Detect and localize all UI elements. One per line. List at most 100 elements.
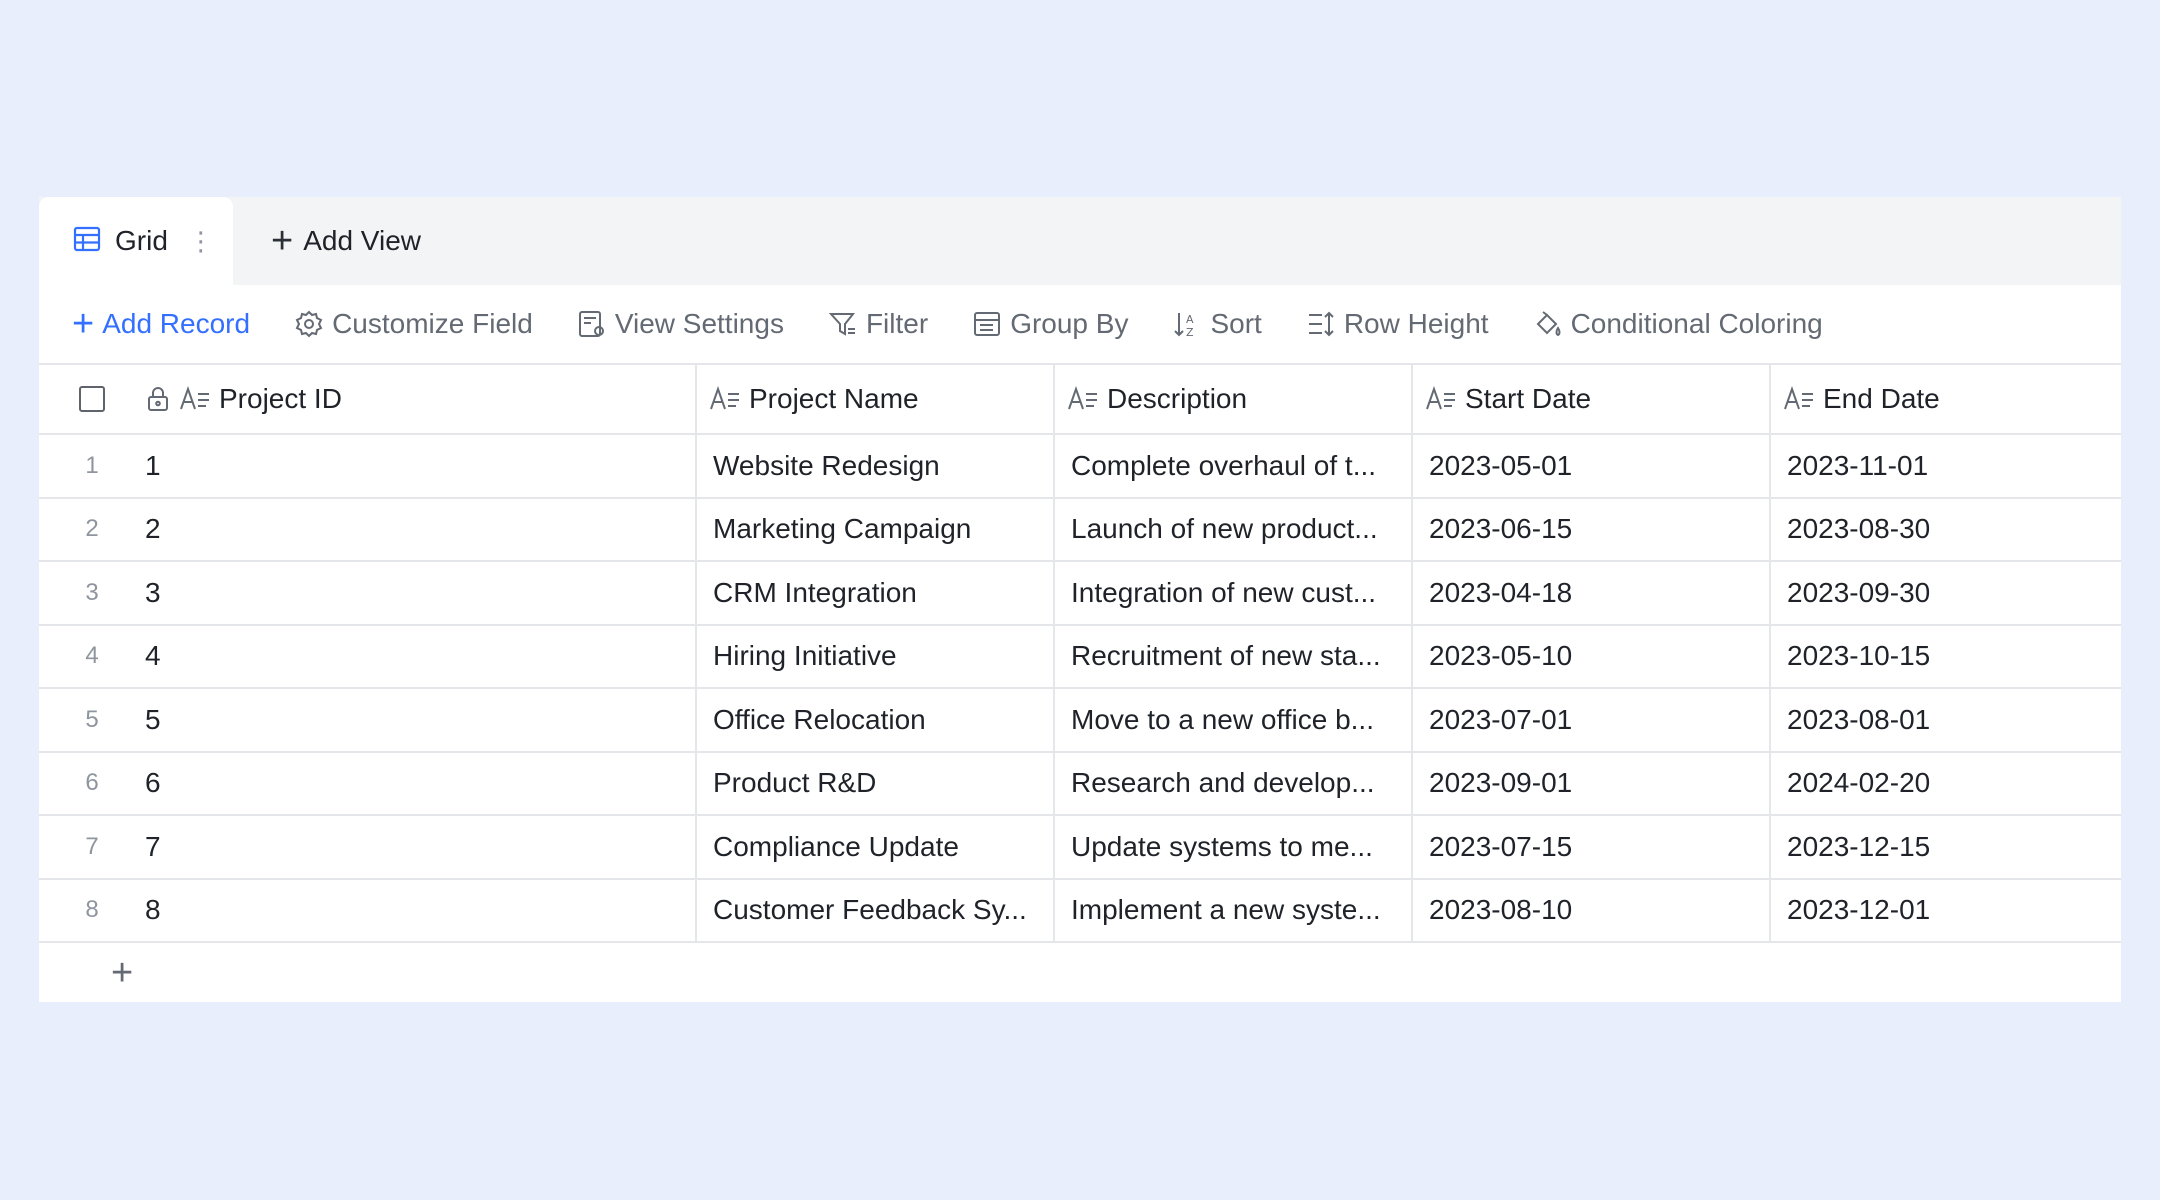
- more-options-icon[interactable]: ⋮: [188, 226, 214, 257]
- cell-description[interactable]: Recruitment of new sta...: [1053, 625, 1411, 687]
- text-field-icon: [1783, 386, 1815, 412]
- table-row[interactable]: 3 3 CRM Integration Integration of new c…: [39, 560, 2121, 624]
- cell-project-id[interactable]: 1: [145, 435, 695, 497]
- add-view-label: Add View: [303, 225, 421, 256]
- cell-description[interactable]: Research and develop...: [1053, 752, 1411, 814]
- cell-project-name[interactable]: Marketing Campaign: [695, 498, 1053, 560]
- cell-project-id[interactable]: 3: [145, 562, 695, 624]
- customize-field-button[interactable]: Customize Field: [294, 308, 533, 340]
- table-row[interactable]: 2 2 Marketing Campaign Launch of new pro…: [39, 496, 2121, 561]
- row-number: 1: [85, 451, 99, 479]
- select-all-checkbox[interactable]: [79, 386, 105, 412]
- cell-end-date[interactable]: 2023-09-30: [1769, 562, 2121, 624]
- tab-grid[interactable]: Grid ⋮: [39, 197, 233, 285]
- row-height-button[interactable]: Row Height: [1306, 308, 1489, 340]
- view-tab-bar: Grid ⋮ + Add View: [39, 197, 2121, 285]
- cell-start-date[interactable]: 2023-05-10: [1411, 625, 1769, 687]
- view-settings-button[interactable]: View Settings: [577, 308, 784, 340]
- column-header-end-date[interactable]: End Date: [1769, 365, 2121, 433]
- cell-project-name[interactable]: Product R&D: [695, 752, 1053, 814]
- column-header-start-date[interactable]: Start Date: [1411, 365, 1769, 433]
- row-number: 8: [85, 896, 99, 924]
- select-all-cell: [39, 365, 145, 433]
- sort-button[interactable]: A Z Sort: [1172, 308, 1262, 340]
- cell-project-name[interactable]: Compliance Update: [695, 816, 1053, 878]
- cell-project-id[interactable]: 8: [145, 880, 695, 942]
- column-header-project-name[interactable]: Project Name: [695, 365, 1053, 433]
- cell-project-name[interactable]: Hiring Initiative: [695, 625, 1053, 687]
- cell-end-date[interactable]: 2023-12-01: [1769, 879, 2121, 941]
- cell-project-name[interactable]: CRM Integration: [695, 562, 1053, 624]
- add-row-button[interactable]: +: [39, 941, 2121, 1002]
- svg-text:Z: Z: [1186, 326, 1194, 339]
- cell-project-id[interactable]: 6: [145, 753, 695, 815]
- row-number: 2: [85, 515, 99, 543]
- plus-icon: +: [72, 303, 95, 345]
- group-by-icon: [972, 309, 1002, 339]
- cell-start-date[interactable]: 2023-05-01: [1411, 435, 1769, 497]
- cell-end-date[interactable]: 2023-10-15: [1769, 625, 2121, 687]
- group-by-button[interactable]: Group By: [972, 308, 1128, 340]
- sort-label: Sort: [1210, 308, 1262, 339]
- cell-project-id[interactable]: 7: [145, 816, 695, 878]
- cell-end-date[interactable]: 2023-08-30: [1769, 498, 2121, 560]
- toolbar: + Add Record Customize Field View Settin…: [39, 285, 2121, 363]
- filter-button[interactable]: Filter: [828, 308, 928, 340]
- cell-start-date[interactable]: 2023-06-15: [1411, 498, 1769, 560]
- gear-icon: [294, 309, 324, 339]
- cell-description[interactable]: Complete overhaul of t...: [1053, 435, 1411, 497]
- customize-field-label: Customize Field: [332, 308, 533, 339]
- row-number: 3: [85, 578, 99, 606]
- cell-project-name[interactable]: Website Redesign: [695, 435, 1053, 497]
- column-header-label: Project Name: [749, 383, 919, 414]
- cell-start-date[interactable]: 2023-04-18: [1411, 562, 1769, 624]
- cell-project-name[interactable]: Office Relocation: [695, 689, 1053, 751]
- cell-project-id[interactable]: 2: [145, 499, 695, 561]
- text-field-icon: [709, 386, 741, 412]
- row-number: 5: [85, 705, 99, 733]
- column-header-label: Start Date: [1465, 383, 1592, 414]
- view-settings-label: View Settings: [614, 308, 784, 339]
- table-row[interactable]: 5 5 Office Relocation Move to a new offi…: [39, 687, 2121, 751]
- text-field-icon: [179, 386, 211, 412]
- cell-description[interactable]: Launch of new product...: [1053, 498, 1411, 560]
- add-view-button[interactable]: + Add View: [271, 197, 421, 285]
- column-header-description[interactable]: Description: [1053, 365, 1411, 433]
- conditional-coloring-label: Conditional Coloring: [1570, 308, 1823, 339]
- cell-project-id[interactable]: 4: [145, 626, 695, 688]
- table-row[interactable]: 7 7 Compliance Update Update systems to …: [39, 814, 2121, 878]
- cell-start-date[interactable]: 2023-08-10: [1411, 879, 1769, 941]
- cell-start-date[interactable]: 2023-07-01: [1411, 689, 1769, 751]
- cell-start-date[interactable]: 2023-07-15: [1411, 816, 1769, 878]
- add-record-label: Add Record: [102, 308, 251, 339]
- view-settings-icon: [577, 309, 607, 339]
- cell-end-date[interactable]: 2023-11-01: [1769, 435, 2121, 497]
- cell-description[interactable]: Move to a new office b...: [1053, 689, 1411, 751]
- conditional-coloring-button[interactable]: Conditional Coloring: [1533, 308, 1823, 340]
- table-view-panel: Grid ⋮ + Add View + Add Record Customize…: [39, 197, 2121, 1002]
- cell-end-date[interactable]: 2023-08-01: [1769, 689, 2121, 751]
- table-row[interactable]: 8 8 Customer Feedback Sy... Implement a …: [39, 877, 2121, 942]
- cell-description[interactable]: Implement a new syste...: [1053, 879, 1411, 941]
- cell-project-id[interactable]: 5: [145, 689, 695, 751]
- cell-end-date[interactable]: 2023-12-15: [1769, 816, 2121, 878]
- filter-icon: [828, 309, 858, 339]
- cell-end-date[interactable]: 2024-02-20: [1769, 752, 2121, 814]
- cell-description[interactable]: Update systems to me...: [1053, 816, 1411, 878]
- plus-icon: +: [111, 951, 134, 994]
- column-header-label: Description: [1107, 383, 1248, 414]
- table-row[interactable]: 1 1 Website Redesign Complete overhaul o…: [39, 433, 2121, 497]
- text-field-icon: [1067, 386, 1099, 412]
- add-record-button[interactable]: + Add Record: [72, 305, 250, 343]
- cell-start-date[interactable]: 2023-09-01: [1411, 752, 1769, 814]
- row-number: 6: [85, 769, 99, 797]
- sort-icon: A Z: [1172, 309, 1202, 339]
- table-row[interactable]: 4 4 Hiring Initiative Recruitment of new…: [39, 623, 2121, 688]
- cell-description[interactable]: Integration of new cust...: [1053, 562, 1411, 624]
- table-row[interactable]: 6 6 Product R&D Research and develop... …: [39, 750, 2121, 815]
- row-height-label: Row Height: [1343, 308, 1489, 339]
- cell-project-name[interactable]: Customer Feedback Sy...: [695, 879, 1053, 941]
- column-header-project-id[interactable]: Project ID: [145, 365, 695, 433]
- column-header-label: End Date: [1823, 383, 1940, 414]
- group-by-label: Group By: [1010, 308, 1129, 339]
